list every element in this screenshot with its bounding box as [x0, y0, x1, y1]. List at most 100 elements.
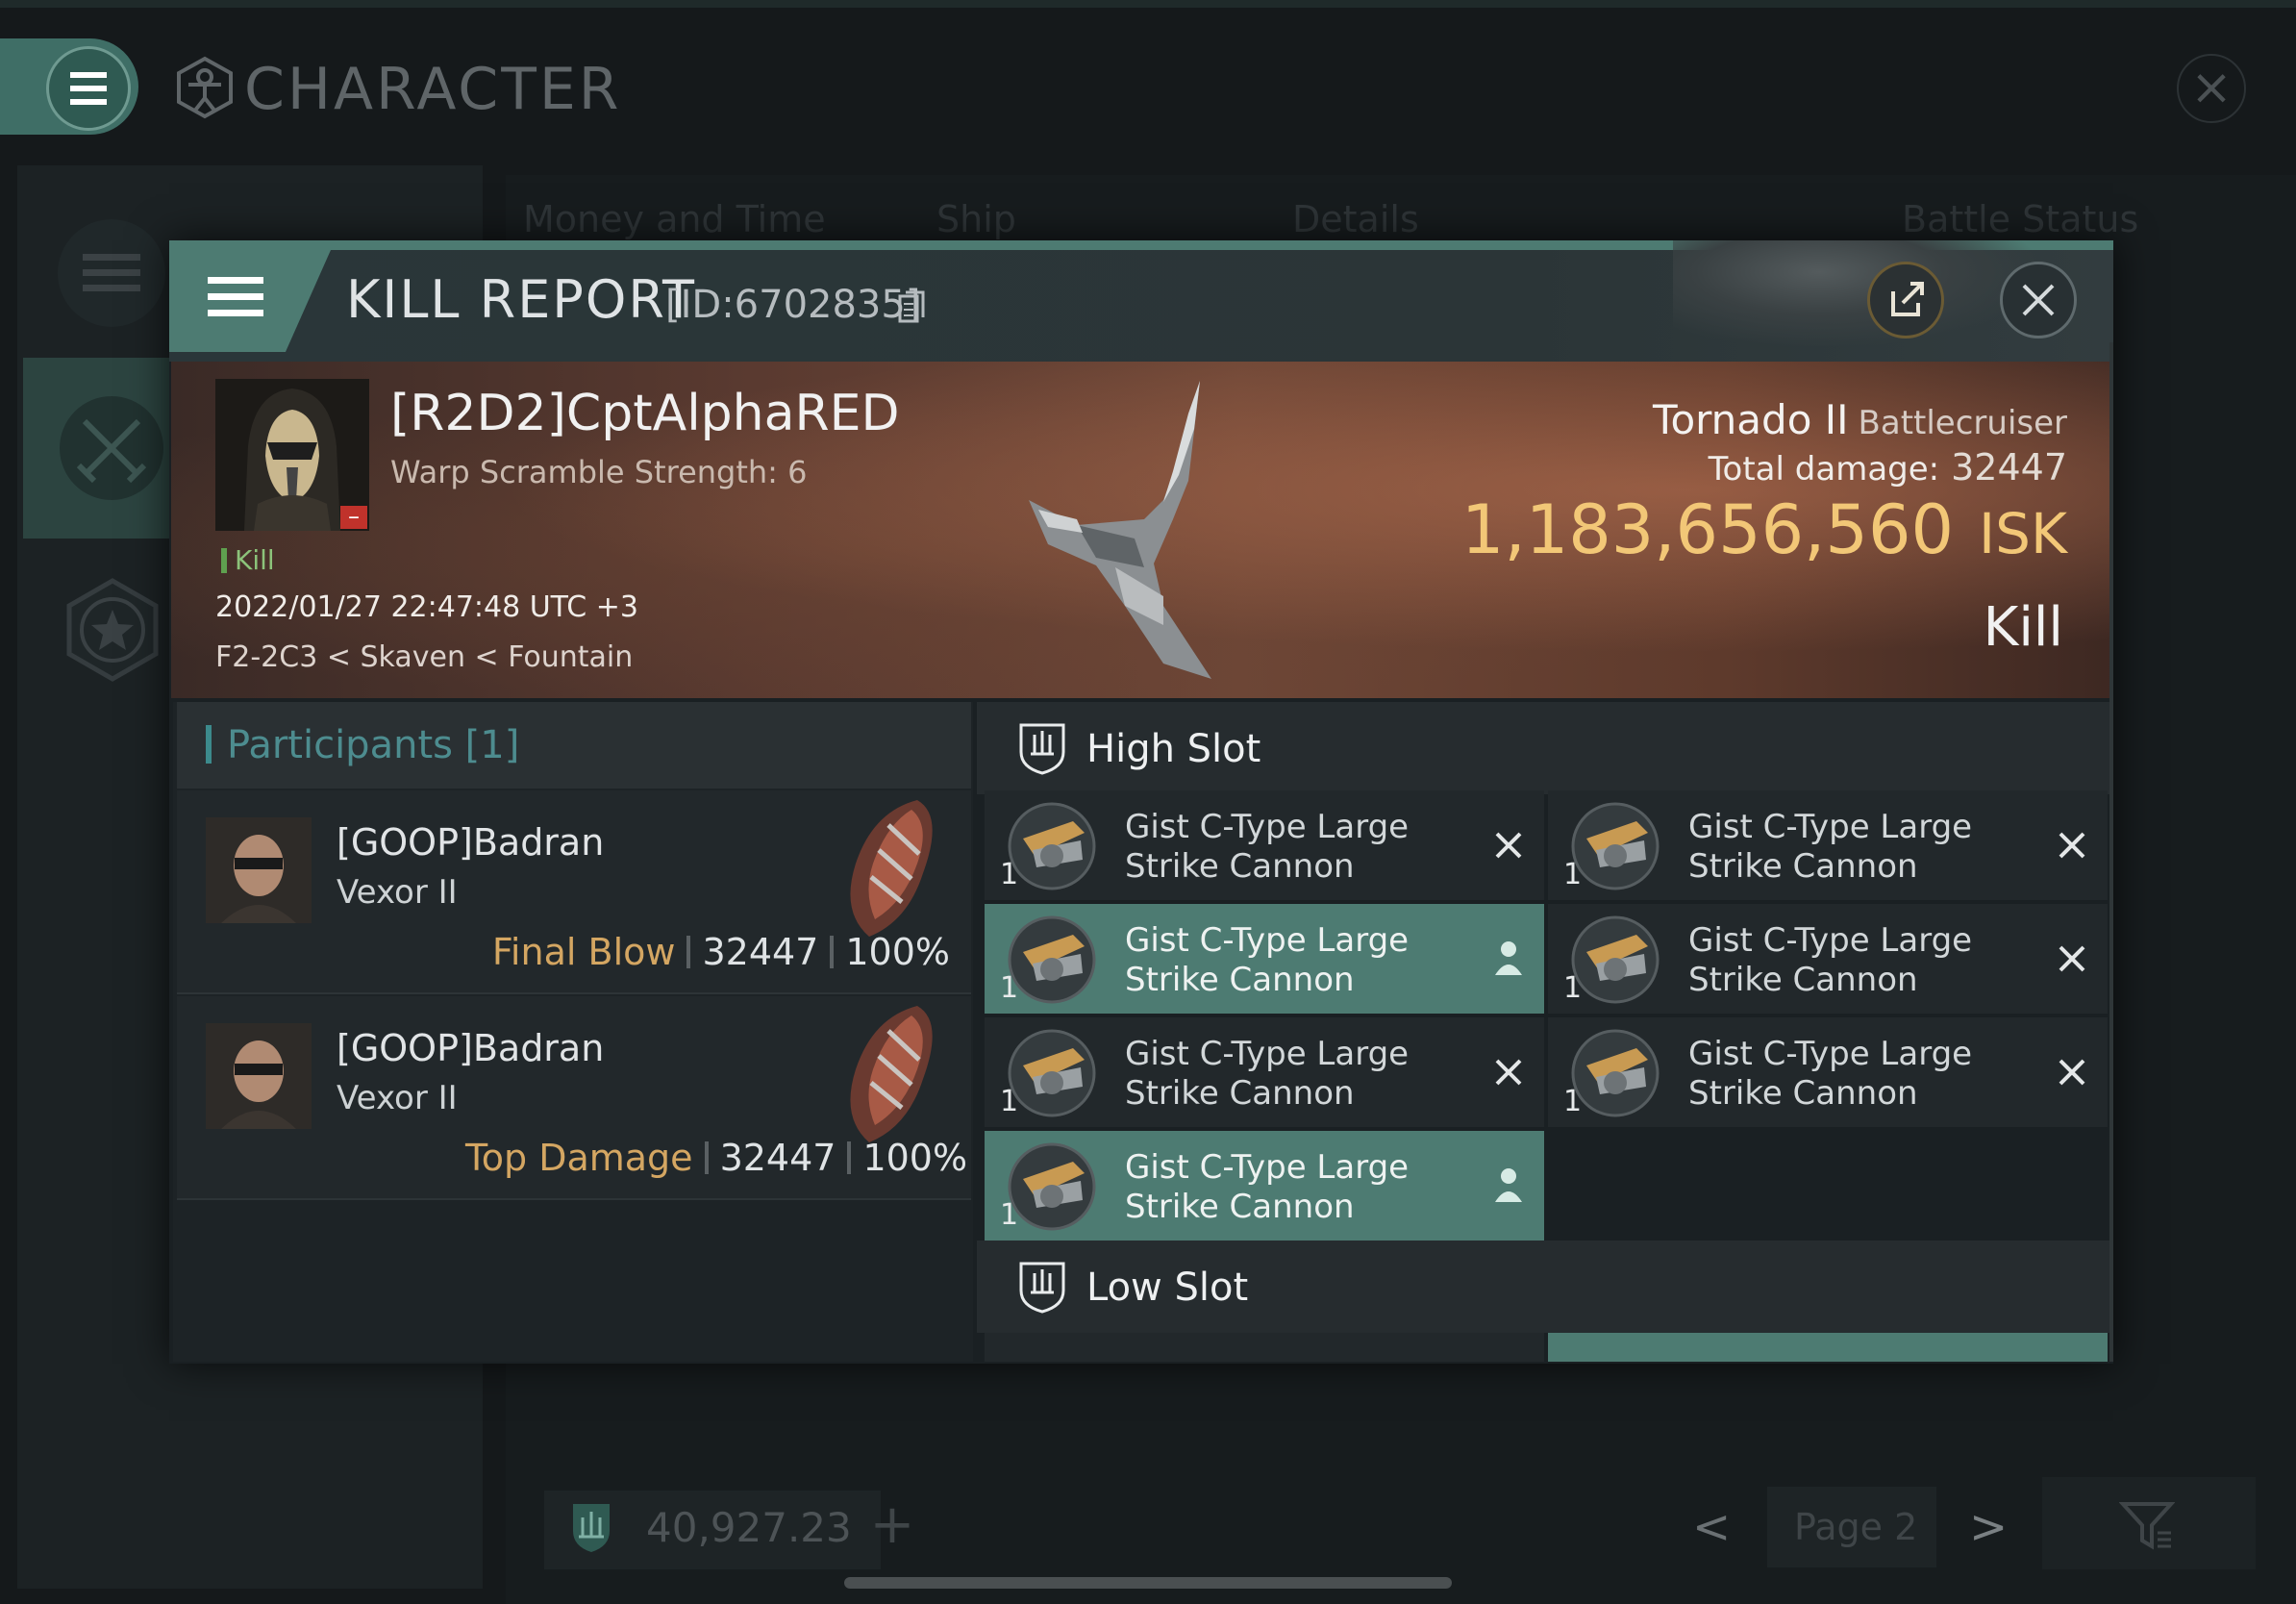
module-quantity: 1 [1563, 858, 1583, 891]
battle-tab-button[interactable] [60, 396, 163, 500]
share-icon [1891, 282, 1924, 316]
column-ship: Ship [936, 198, 1016, 240]
high-slot-module[interactable]: 1 Gist C-Type Large Strike Cannon [985, 1131, 1544, 1241]
share-button[interactable] [1867, 262, 1944, 338]
high-slot-module[interactable]: 1 Gist C-Type Large Strike Cannon [985, 790, 1544, 900]
total-damage-label: Total damage: [1708, 450, 1940, 489]
close-kill-report-button[interactable] [2000, 262, 2077, 338]
participants-title: Participants [1] [227, 723, 520, 767]
module-name-line1: Gist C-Type Large [1125, 921, 1410, 960]
next-page-button[interactable]: > [1969, 1500, 2008, 1554]
cannon-module-icon [1008, 1142, 1096, 1231]
victim-name: [R2D2]CptAlphaRED [390, 385, 900, 442]
low-slot-icon [1019, 1262, 1065, 1314]
participant-portrait [206, 817, 312, 923]
chevron-right-icon: > [1969, 1500, 2009, 1554]
isk-unit: ISK [1979, 501, 2067, 566]
victim-ship-name: Tornado II [1652, 396, 1849, 443]
module-name-line1: Gist C-Type Large [1688, 1035, 1973, 1073]
low-slot-module[interactable] [1548, 1333, 2108, 1362]
participant-damage: 32447 [719, 1137, 836, 1179]
close-icon: × [2190, 59, 2233, 116]
destroyed-icon [1485, 1048, 1533, 1096]
module-name-line2: Strike Cannon [1688, 961, 1918, 999]
list-icon [83, 254, 140, 291]
participant-label: Top Damage [465, 1137, 693, 1179]
module-name-line2: Strike Cannon [1125, 1074, 1355, 1113]
module-quantity: 1 [1000, 971, 1019, 1005]
high-slot-module[interactable]: 1 Gist C-Type Large Strike Cannon [1548, 904, 2108, 1014]
module-quantity: 1 [1000, 1085, 1019, 1118]
module-name: Gist C-Type Large Strike Cannon [1125, 808, 1481, 887]
victim-ship-class: Battlecruiser [1858, 404, 2067, 442]
column-details: Details [1292, 198, 1419, 240]
close-icon [2022, 284, 2055, 316]
kill-tag: Kill [235, 544, 275, 576]
pilot-avatar [206, 817, 312, 923]
low-slot-header: Low Slot [977, 1241, 2111, 1333]
module-name-line2: Strike Cannon [1125, 1188, 1355, 1226]
destroyed-icon [2048, 821, 2096, 869]
participant-damage: 32447 [702, 931, 819, 973]
participant-ship: Vexor II [337, 1079, 458, 1117]
filter-icon [2119, 1502, 2175, 1550]
prev-page-button[interactable]: < [1692, 1500, 1731, 1554]
high-slot-module[interactable]: 1 Gist C-Type Large Strike Cannon [985, 904, 1544, 1014]
cannon-module-icon [1008, 802, 1096, 890]
cannon-module-icon [1008, 915, 1096, 1004]
cannon-module-icon [1571, 915, 1660, 1004]
module-quantity: 1 [1000, 1198, 1019, 1232]
module-name-line1: Gist C-Type Large [1125, 1035, 1410, 1073]
module-quantity: 1 [1563, 971, 1583, 1005]
participant-row[interactable]: [GOOP]Badran Vexor II Final Blow 32447 100… [177, 790, 971, 994]
screen-title: CHARACTER [244, 56, 622, 123]
participant-row[interactable]: [GOOP]Badran Vexor II Top Damage 32447 100… [177, 996, 971, 1200]
screen-close-button[interactable]: × [2177, 54, 2246, 123]
module-quantity: 1 [1563, 1085, 1583, 1118]
destroyed-icon [2048, 935, 2096, 983]
modal-scroll-edge [2109, 342, 2113, 1362]
dropped-icon [1485, 1162, 1533, 1210]
kill-report-id: [ID:6702835] [665, 283, 921, 327]
high-slot-module[interactable]: 1 Gist C-Type Large Strike Cannon [1548, 790, 2108, 900]
isk-shield-icon [573, 1504, 610, 1552]
participant-ship: Vexor II [337, 873, 458, 912]
high-slot-module[interactable]: 1 Gist C-Type Large Strike Cannon [985, 1017, 1544, 1127]
add-isk-button[interactable]: + [863, 1496, 921, 1554]
high-slot-header: High Slot [977, 702, 2111, 794]
participant-ship-image [850, 800, 933, 937]
module-name-line1: Gist C-Type Large [1125, 808, 1410, 846]
module-name-line2: Strike Cannon [1125, 961, 1355, 999]
victim-ship-image [1029, 381, 1211, 679]
module-name-line1: Gist C-Type Large [1125, 1148, 1410, 1187]
participant-label: Final Blow [491, 931, 676, 973]
destroyed-icon [2048, 1048, 2096, 1096]
copy-icon[interactable] [898, 290, 925, 323]
header-decoration [1673, 240, 2038, 346]
high-slot-module[interactable]: 1 Gist C-Type Large Strike Cannon [1548, 1017, 2108, 1127]
star-badge-icon[interactable] [60, 577, 165, 683]
participants-marker [206, 725, 212, 764]
list-tab-button[interactable] [58, 219, 165, 327]
participant-name: [GOOP]Badran [337, 821, 605, 864]
module-name-line2: Strike Cannon [1688, 847, 1918, 886]
module-name-line1: Gist C-Type Large [1688, 808, 1973, 846]
participant-portrait [206, 1023, 312, 1129]
high-slot-title: High Slot [1086, 727, 1261, 771]
module-name-line1: Gist C-Type Large [1688, 921, 1973, 960]
column-battle-status: Battle Status [1902, 198, 2139, 240]
main-menu-button[interactable] [46, 46, 131, 131]
module-name-line2: Strike Cannon [1688, 1074, 1918, 1113]
chevron-left-icon: < [1692, 1500, 1732, 1554]
participant-name: [GOOP]Badran [337, 1027, 605, 1069]
column-money-time: Money and Time [523, 198, 826, 240]
low-slot-module[interactable] [985, 1333, 1544, 1362]
module-name-line2: Strike Cannon [1125, 847, 1355, 886]
module-name: Gist C-Type Large Strike Cannon [1688, 921, 2044, 1000]
cannon-module-icon [1008, 1029, 1096, 1117]
participant-stats: Top Damage 32447 100% [465, 1137, 967, 1179]
total-damage: Total damage: 32447 [1442, 446, 2067, 489]
hamburger-icon [208, 277, 263, 316]
kill-datetime: 2022/01/27 22:47:48 UTC +3 [215, 590, 638, 624]
kill-list-columns: Money and Time Ship Details Battle Statu… [523, 198, 2138, 246]
